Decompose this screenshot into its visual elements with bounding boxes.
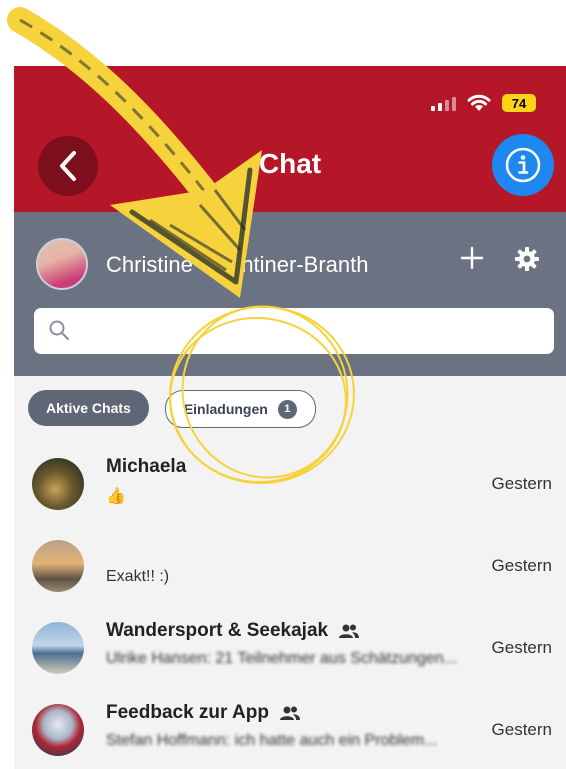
chat-time: Gestern (491, 638, 552, 657)
app-screen: 74 Chat Christine Valentiner-Branth Akti… (14, 66, 566, 769)
signal-icon (431, 95, 456, 111)
group-icon (339, 624, 360, 638)
tab-invitations-label: Einladungen (183, 401, 268, 417)
tab-active-chats[interactable]: Aktive Chats (28, 390, 149, 426)
chat-row[interactable]: Michaela 👍 Gestern (14, 444, 566, 526)
info-icon (505, 147, 541, 183)
header-bar: 74 Chat (14, 66, 566, 212)
chat-time: Gestern (491, 720, 552, 739)
settings-button[interactable] (514, 246, 544, 276)
chat-name-text: Wandersport & Seekajak (106, 620, 329, 641)
chat-name-text: Michaela (106, 456, 187, 477)
invitations-count-badge: 1 (277, 399, 297, 419)
chat-last-message: Stefan Hoffmann: ich hatte auch ein Prob… (106, 732, 438, 749)
status-icons: 74 (431, 93, 536, 113)
search-icon (49, 320, 69, 340)
tab-invitations[interactable]: Einladungen 1 (164, 390, 316, 428)
chat-name: Feedback zur App (106, 702, 301, 724)
chat-last-message: Exakt!! :) (106, 568, 170, 585)
gear-icon (515, 247, 539, 271)
chat-name: Wandersport & Seekajak (106, 620, 360, 642)
chat-avatar (32, 540, 84, 592)
chat-last-message: Ulrike Hansen: 21 Teilnehmer aus Schätzu… (106, 650, 458, 667)
chat-avatar (32, 704, 84, 756)
tab-active-chats-label: Aktive Chats (46, 400, 131, 416)
chat-time: Gestern (491, 556, 552, 575)
user-name: Christine Valentiner-Branth (106, 252, 369, 277)
user-bar: Christine Valentiner-Branth (14, 212, 566, 376)
chat-list: Michaela 👍 Gestern Exakt!! :) Gestern Wa… (14, 444, 566, 769)
chat-time: Gestern (491, 474, 552, 493)
chat-name: Michaela (106, 456, 186, 478)
chat-row[interactable]: Exakt!! :) Gestern (14, 526, 566, 608)
battery-indicator: 74 (502, 94, 536, 112)
avatar[interactable] (36, 238, 88, 290)
chat-row[interactable]: Feedback zur App Stefan Hoffmann: ich ha… (14, 690, 566, 769)
chat-tabs: Aktive Chats Einladungen 1 (28, 390, 316, 428)
group-icon (279, 706, 300, 720)
chat-row[interactable]: Wandersport & Seekajak Ulrike Hansen: 21… (14, 608, 566, 690)
chat-last-message: 👍 (106, 488, 126, 505)
plus-icon (460, 246, 484, 270)
info-button[interactable] (492, 134, 554, 196)
add-chat-button[interactable] (460, 240, 484, 279)
chat-name-text: Feedback zur App (106, 702, 269, 723)
wifi-icon (467, 94, 491, 111)
chat-avatar (32, 622, 84, 674)
chat-avatar (32, 458, 84, 510)
page-title: Chat (258, 148, 322, 179)
search-input[interactable] (34, 308, 554, 354)
